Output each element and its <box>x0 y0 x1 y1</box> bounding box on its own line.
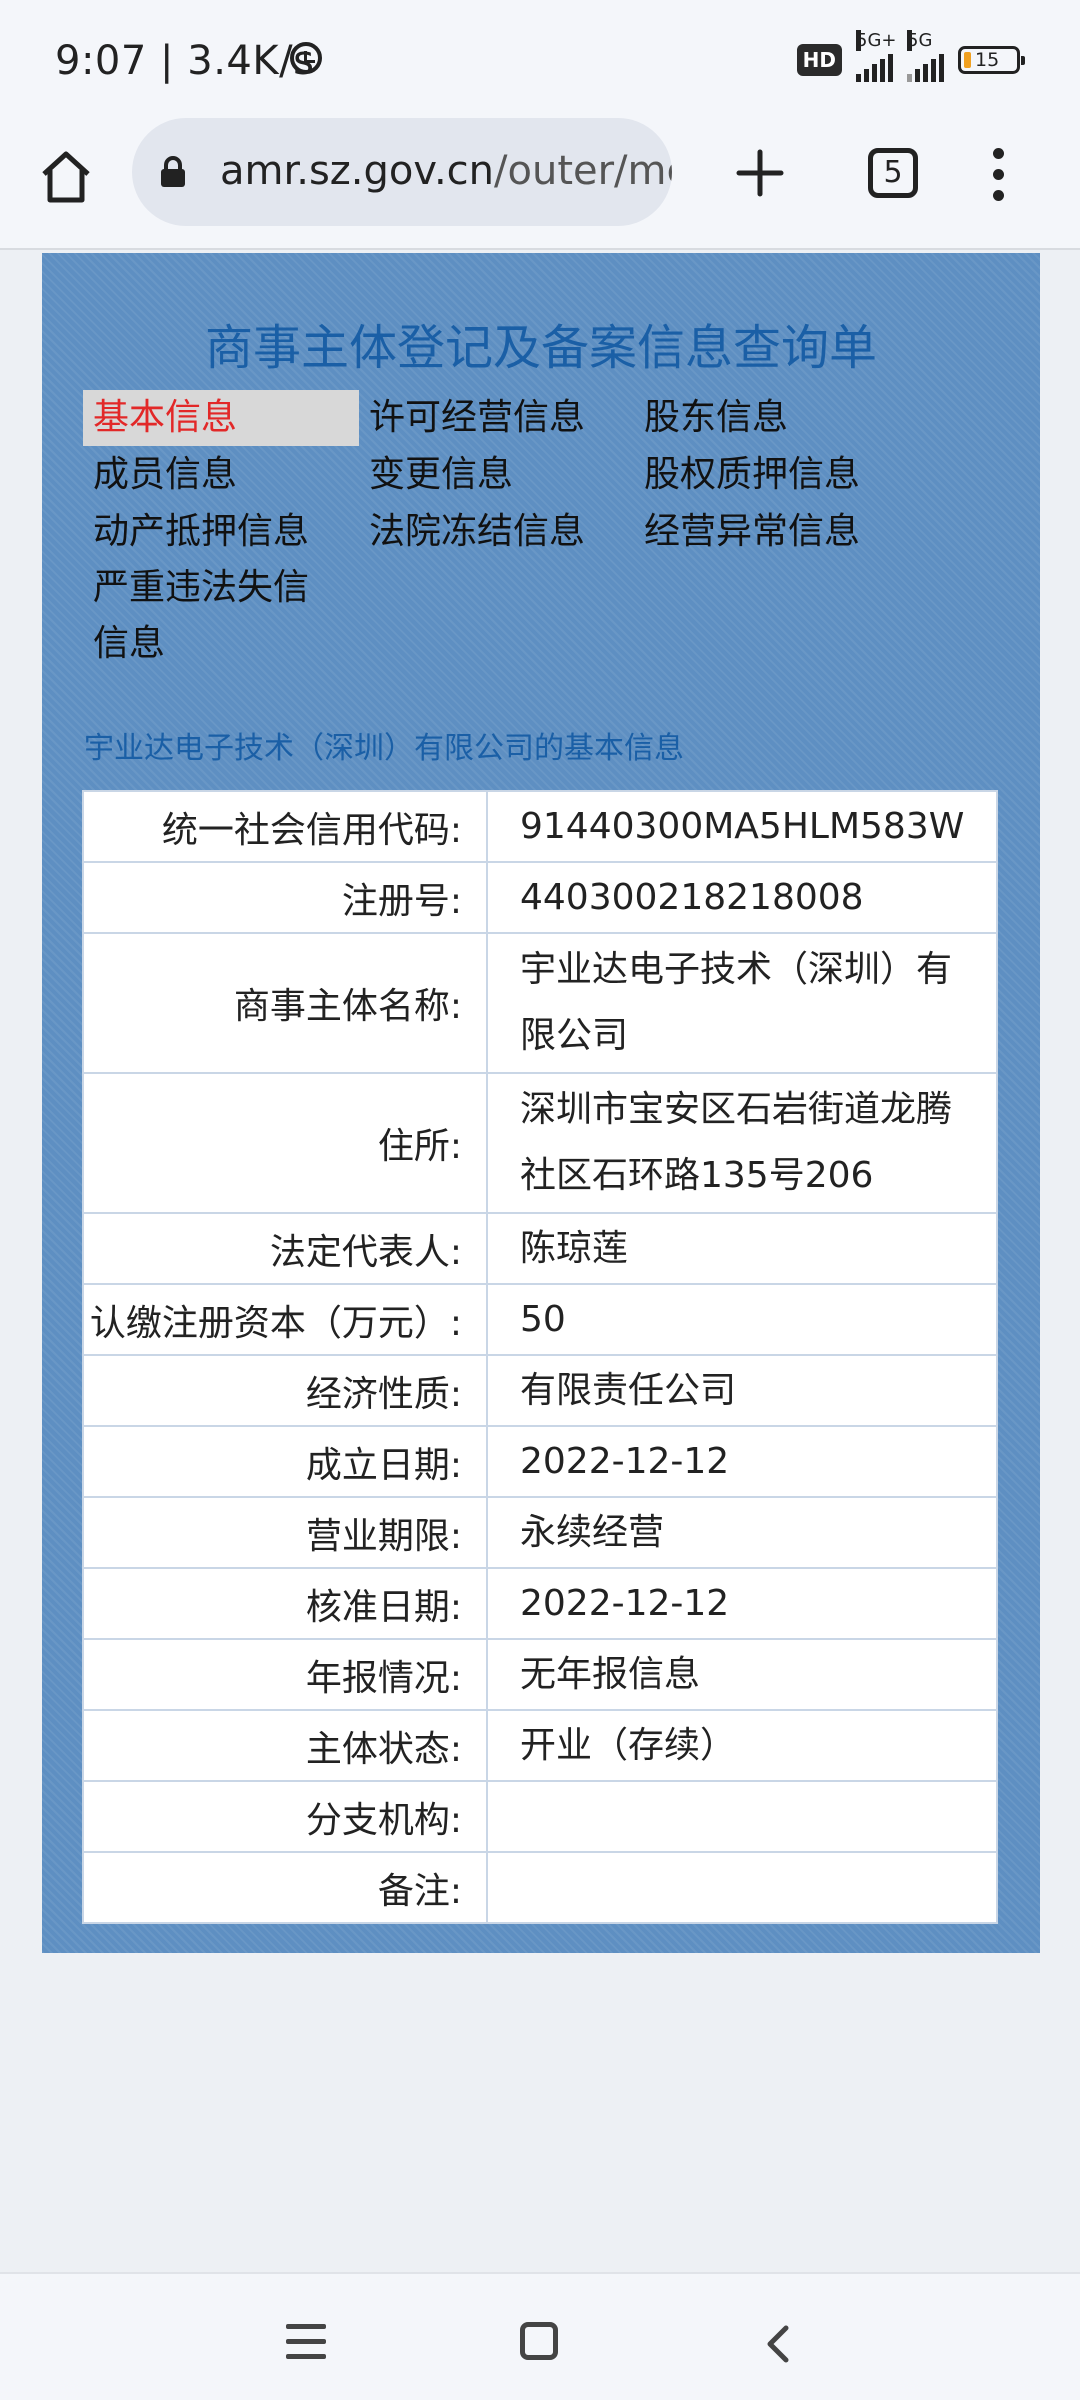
clock-text: 9:07 <box>55 38 147 84</box>
section-title: 宇业达电子技术（深圳）有限公司的基本信息 <box>84 731 684 766</box>
recents-icon[interactable] <box>286 2324 326 2360</box>
signal-5g-icon: 5G <box>907 30 944 82</box>
table-row: 分支机构: <box>82 1780 998 1853</box>
nav-change-info[interactable]: 变更信息 <box>359 447 513 503</box>
row-label: 法定代表人: <box>82 1212 488 1285</box>
row-label: 营业期限: <box>82 1496 488 1569</box>
row-value: 91440300MA5HLM583W <box>486 790 998 863</box>
table-row: 备注: <box>82 1851 998 1924</box>
row-label: 主体状态: <box>82 1709 488 1782</box>
table-row: 营业期限: 永续经营 <box>82 1496 998 1569</box>
battery-icon: 15 <box>958 46 1025 74</box>
table-row: 注册号: 440300218218008 <box>82 861 998 934</box>
battery-level: 15 <box>975 49 1000 71</box>
table-row: 认缴注册资本（万元）: 50 <box>82 1283 998 1356</box>
signal-5g-plus-icon: 5G+ <box>856 30 896 82</box>
table-row: 年报情况: 无年报信息 <box>82 1638 998 1711</box>
table-row: 商事主体名称: 宇业达电子技术（深圳）有限公司 <box>82 932 998 1074</box>
row-label: 认缴注册资本（万元）: <box>82 1283 488 1356</box>
row-value <box>486 1851 998 1924</box>
table-row: 成立日期: 2022-12-12 <box>82 1425 998 1498</box>
hd-badge: HD <box>796 44 842 76</box>
query-panel: 商事主体登记及备案信息查询单 基本信息 许可经营信息 股东信息 成员信息 变更信… <box>42 253 1040 1953</box>
row-label: 住所: <box>82 1072 488 1214</box>
nav-member-info[interactable]: 成员信息 <box>83 447 237 503</box>
row-value <box>486 1780 998 1853</box>
row-value: 开业（存续） <box>486 1709 998 1782</box>
nav-chattel-mortgage-info[interactable]: 动产抵押信息 <box>83 504 309 560</box>
row-label: 注册号: <box>82 861 488 934</box>
row-value: 有限责任公司 <box>486 1354 998 1427</box>
tabs-icon[interactable]: 5 <box>868 148 918 198</box>
status-time: 9:07 | 3.4K/s <box>55 38 315 84</box>
row-value: 2022-12-12 <box>486 1567 998 1640</box>
row-label: 年报情况: <box>82 1638 488 1711</box>
basic-info-table: 统一社会信用代码: 91440300MA5HLM583W 注册号: 440300… <box>82 790 998 1924</box>
row-value: 50 <box>486 1283 998 1356</box>
lock-icon <box>161 156 185 187</box>
address-bar[interactable]: amr.sz.gov.cn/outer/mc <box>132 118 672 226</box>
row-label: 核准日期: <box>82 1567 488 1640</box>
row-value: 永续经营 <box>486 1496 998 1569</box>
nav-court-freeze-info[interactable]: 法院冻结信息 <box>359 504 585 560</box>
more-vert-icon[interactable] <box>990 148 1006 204</box>
row-value: 陈琼莲 <box>486 1212 998 1285</box>
row-label: 分支机构: <box>82 1780 488 1853</box>
row-label: 备注: <box>82 1851 488 1924</box>
status-indicators: HD 5G+ 5G 15 <box>796 30 1025 82</box>
nav-serious-violation-info[interactable]: 严重违法失信 <box>83 560 309 616</box>
square-home-icon[interactable] <box>520 2322 558 2360</box>
url-domain: amr.sz.gov.cn <box>220 148 495 194</box>
table-row: 法定代表人: 陈琼莲 <box>82 1212 998 1285</box>
table-row: 统一社会信用代码: 91440300MA5HLM583W <box>82 790 998 863</box>
row-label: 成立日期: <box>82 1425 488 1498</box>
row-value: 440300218218008 <box>486 861 998 934</box>
row-label: 商事主体名称: <box>82 932 488 1074</box>
status-bar: 9:07 | 3.4K/s HD 5G+ 5G 15 <box>0 0 1080 110</box>
row-value: 无年报信息 <box>486 1638 998 1711</box>
row-value: 深圳市宝安区石岩街道龙腾社区石环路135号206 <box>486 1072 998 1214</box>
table-row: 经济性质: 有限责任公司 <box>82 1354 998 1427</box>
alarm-icon <box>290 42 322 74</box>
nav-license-info[interactable]: 许可经营信息 <box>359 390 585 446</box>
plus-icon[interactable] <box>735 148 785 198</box>
nav-equity-pledge-info[interactable]: 股权质押信息 <box>634 447 860 503</box>
table-row: 主体状态: 开业（存续） <box>82 1709 998 1782</box>
page-title: 商事主体登记及备案信息查询单 <box>204 320 877 376</box>
nav-shareholder-info[interactable]: 股东信息 <box>634 390 788 446</box>
row-label: 经济性质: <box>82 1354 488 1427</box>
url-text[interactable]: amr.sz.gov.cn/outer/mc <box>220 148 672 194</box>
row-label: 统一社会信用代码: <box>82 790 488 863</box>
row-value: 2022-12-12 <box>486 1425 998 1498</box>
home-icon[interactable] <box>36 146 96 206</box>
nav-basic-info[interactable]: 基本信息 <box>83 390 359 446</box>
browser-toolbar: amr.sz.gov.cn/outer/mc 5 <box>0 110 1080 250</box>
url-path: /outer/mc <box>494 148 672 194</box>
table-row: 核准日期: 2022-12-12 <box>82 1567 998 1640</box>
back-icon[interactable] <box>760 2324 800 2364</box>
system-nav-bar <box>0 2272 1080 2400</box>
tab-count: 5 <box>883 155 903 190</box>
row-value: 宇业达电子技术（深圳）有限公司 <box>486 932 998 1074</box>
table-row: 住所: 深圳市宝安区石岩街道龙腾社区石环路135号206 <box>82 1072 998 1214</box>
nav-serious-violation-info-cont[interactable]: 信息 <box>83 616 165 672</box>
nav-abnormal-operation-info[interactable]: 经营异常信息 <box>634 504 860 560</box>
